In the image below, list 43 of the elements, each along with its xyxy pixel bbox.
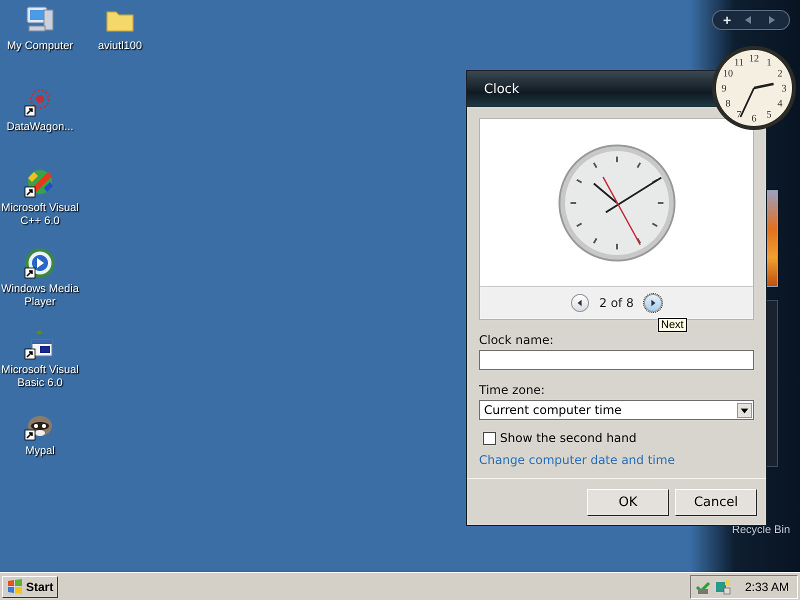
desktop-icon-label[interactable]: DataWagon... [1,121,79,134]
clock-numeral: 11 [734,58,744,69]
desktop-icon-label[interactable]: Microsoft Visual Basic 6.0 [1,364,79,390]
clock-numeral: 4 [777,98,782,110]
checkbox[interactable] [483,432,496,444]
clock-numeral: 5 [766,109,772,120]
desktop-icon-label[interactable]: Windows Media Player [1,283,79,309]
desktop-icon-label[interactable]: My Computer [1,40,79,53]
clock-numeral: 6 [752,114,756,124]
clock-name-field[interactable] [479,350,754,370]
clock-numeral: 8 [726,98,731,110]
clock-numeral: 12 [749,54,759,64]
desktop-icon-label[interactable]: Microsoft Visual C++ 6.0 [1,202,79,228]
time-zone-label: Time zone: [479,383,546,397]
media-player-icon[interactable] [24,247,56,279]
ok-button[interactable]: OK [587,488,669,516]
tooltip: Next [658,318,687,332]
start-button[interactable]: Start [2,576,58,598]
previous-button[interactable] [571,294,590,312]
next-button[interactable] [644,294,662,312]
dialog-title: Clock [484,82,520,96]
recycle-bin-label[interactable]: Recycle Bin [732,524,790,536]
clock-name-label: Clock name: [479,333,554,347]
monitor-icon[interactable] [714,578,731,594]
clock-numeral: 1 [766,58,772,69]
taskbar-clock[interactable]: 2:33 AM [744,580,789,594]
page-indicator: 2 of 8 [599,296,634,310]
right-triangle-icon [648,299,657,307]
cancel-button[interactable]: Cancel [675,488,757,516]
left-triangle-icon [576,299,584,307]
change-date-time-link[interactable]: Change computer date and time [479,453,754,467]
add-gadget-button[interactable]: + [717,12,738,28]
windows-flag-icon [7,578,23,594]
time-zone-dropdown[interactable]: Current computer time [479,400,754,420]
clock-numeral: 3 [782,84,786,94]
clock-numeral: 7 [736,109,742,120]
checkbox-label[interactable]: Show the second hand [500,431,636,445]
desktop-icon-label[interactable]: aviutl100 [81,40,159,53]
clock-gadget-face[interactable] [712,46,796,130]
clock-numeral: 10 [723,68,734,80]
clock-numeral: 2 [777,68,782,80]
clock-numeral: 9 [722,84,726,94]
desktop-icon-label[interactable]: Mypal [1,445,79,458]
